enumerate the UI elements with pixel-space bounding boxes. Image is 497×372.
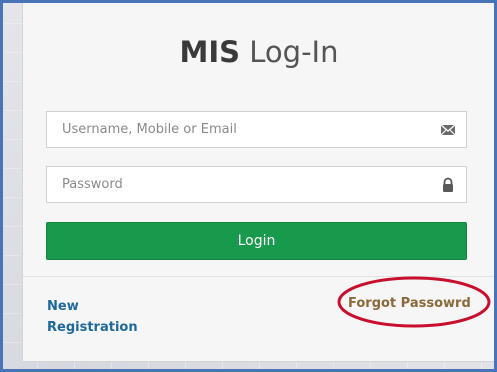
login-title: MIS Log-In — [23, 35, 495, 69]
username-field — [46, 111, 467, 148]
login-button[interactable]: Login — [46, 222, 467, 260]
login-card: MIS Log-In Login New Registration Forgot… — [22, 0, 496, 362]
username-input[interactable] — [47, 112, 432, 147]
password-input[interactable] — [47, 167, 432, 202]
login-title-light: Log-In — [249, 35, 339, 69]
password-field — [46, 166, 467, 203]
card-divider — [23, 276, 495, 277]
lock-icon — [443, 177, 453, 192]
login-title-bold: MIS — [179, 35, 241, 69]
forgot-password-link[interactable]: Forgot Passowrd — [348, 296, 471, 311]
envelope-icon — [440, 124, 456, 136]
new-registration-link[interactable]: New Registration — [47, 296, 167, 338]
